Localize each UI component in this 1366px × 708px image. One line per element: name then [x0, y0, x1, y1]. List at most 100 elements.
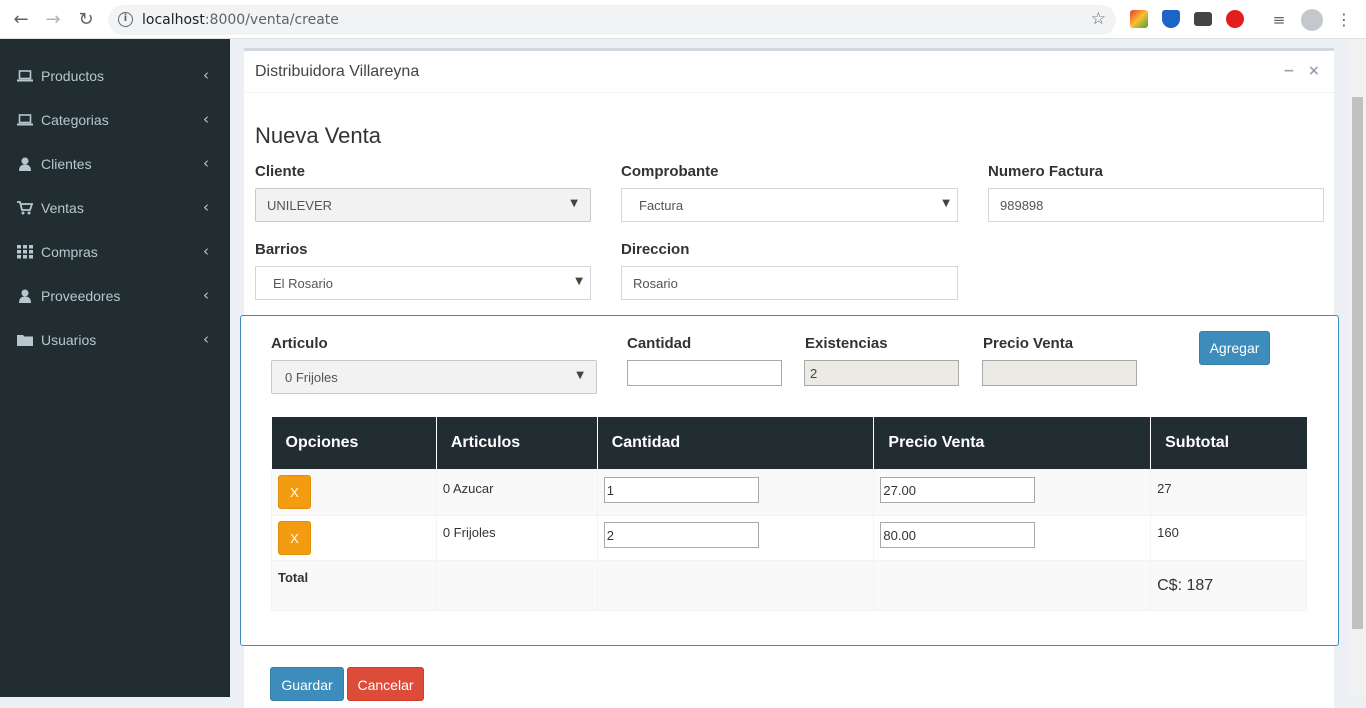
- info-icon[interactable]: i: [118, 12, 133, 27]
- barrios-label: Barrios: [255, 241, 308, 258]
- menu-kebab-icon[interactable]: ⋮: [1332, 8, 1356, 32]
- direccion-value: Rosario: [633, 276, 678, 291]
- close-icon[interactable]: ×: [1308, 63, 1320, 79]
- chevron-left-icon: ‹: [203, 154, 209, 172]
- total-label: Total: [271, 559, 437, 611]
- cliente-label: Cliente: [255, 163, 306, 180]
- sidebar-item-label: Proveedores: [41, 288, 121, 304]
- page-scrollbar[interactable]: [1349, 39, 1366, 697]
- address-bar[interactable]: i localhost:8000/venta/create ☆: [108, 5, 1116, 35]
- articulo-label: Articulo: [271, 335, 328, 352]
- barrios-selected-value: El Rosario: [273, 276, 333, 291]
- row-precio-input[interactable]: 27.00: [880, 476, 1036, 503]
- subtotal-cell: 160: [1150, 514, 1307, 561]
- row-cantidad-input[interactable]: 2: [603, 521, 759, 548]
- box-header: Distribuidora Villareyna − ×: [244, 51, 1334, 93]
- barrios-select[interactable]: El Rosario ▼: [255, 266, 591, 300]
- chevron-left-icon: ‹: [203, 110, 209, 128]
- table-header-row: Opciones Articulos Cantidad Precio Venta…: [271, 417, 1307, 469]
- column-header: Subtotal: [1150, 417, 1307, 469]
- laptop-icon: [17, 70, 33, 82]
- sidebar-item-categorias[interactable]: Categorias ‹: [0, 98, 230, 142]
- minimize-icon[interactable]: −: [1283, 63, 1295, 79]
- caret-down-icon: ▼: [576, 370, 584, 381]
- cliente-selected-value: UNILEVER: [267, 198, 333, 213]
- table-row: X 0 Frijoles 2 80.00 160: [271, 514, 1307, 561]
- chevron-left-icon: ‹: [203, 198, 209, 216]
- laptop-icon: [17, 114, 33, 126]
- caret-down-icon: ▼: [570, 198, 578, 209]
- scrollbar-thumb[interactable]: [1352, 97, 1363, 629]
- playlist-icon[interactable]: ≡: [1267, 8, 1291, 32]
- cantidad-input[interactable]: [627, 360, 782, 386]
- agregar-button[interactable]: Agregar: [1199, 331, 1270, 365]
- options-cell: X: [271, 514, 437, 561]
- back-arrow-icon[interactable]: ←: [9, 8, 33, 32]
- cancelar-button[interactable]: Cancelar: [347, 667, 424, 701]
- direccion-label: Direccion: [621, 241, 690, 258]
- chevron-left-icon: ‹: [203, 286, 209, 304]
- user-icon: [19, 157, 31, 171]
- chevron-left-icon: ‹: [203, 242, 209, 260]
- url-host: localhost: [142, 12, 205, 28]
- sidebar: Productos ‹ Categorias ‹ Clientes ‹ Vent…: [0, 39, 230, 697]
- bookmark-star-icon[interactable]: ☆: [1091, 9, 1106, 29]
- sidebar-item-label: Compras: [41, 244, 98, 260]
- sidebar-item-compras[interactable]: Compras ‹: [0, 230, 230, 274]
- sidebar-item-clientes[interactable]: Clientes ‹: [0, 142, 230, 186]
- numero-factura-label: Numero Factura: [988, 163, 1104, 180]
- extension-icon[interactable]: [1130, 10, 1148, 28]
- column-header: Precio Venta: [873, 417, 1152, 469]
- opera-icon[interactable]: [1226, 10, 1244, 28]
- sidebar-item-label: Ventas: [41, 200, 84, 216]
- articulo-select[interactable]: 0 Frijoles ▼: [271, 360, 597, 394]
- articulo-selected-value: 0 Frijoles: [285, 370, 338, 385]
- url-text: localhost:8000/venta/create: [142, 12, 339, 28]
- precio-venta-label: Precio Venta: [983, 335, 1074, 352]
- numero-factura-input[interactable]: 989898: [988, 188, 1324, 222]
- articulo-cell: 0 Frijoles: [435, 514, 598, 561]
- direccion-input[interactable]: Rosario: [621, 266, 958, 300]
- chevron-left-icon: ‹: [203, 66, 209, 84]
- remove-row-button[interactable]: X: [278, 474, 311, 509]
- avatar[interactable]: [1301, 9, 1323, 31]
- column-header: Articulos: [436, 417, 598, 469]
- shield-extension-icon[interactable]: [1162, 10, 1180, 28]
- browser-toolbar: ← → ↻ i localhost:8000/venta/create ☆ ≡ …: [0, 0, 1366, 39]
- grid-icon: [17, 245, 33, 259]
- sidebar-item-label: Clientes: [41, 156, 92, 172]
- sidebar-item-ventas[interactable]: Ventas ‹: [0, 186, 230, 230]
- existencias-input: 2: [804, 360, 959, 386]
- sidebar-item-usuarios[interactable]: Usuarios ‹: [0, 318, 230, 362]
- subtotal-cell: 27: [1150, 468, 1307, 516]
- box-title: Distribuidora Villareyna: [255, 63, 420, 80]
- existencias-label: Existencias: [805, 335, 888, 352]
- sidebar-item-productos[interactable]: Productos ‹: [0, 54, 230, 98]
- extension-icon-2[interactable]: [1194, 12, 1212, 26]
- detalle-table: Opciones Articulos Cantidad Precio Venta…: [271, 417, 1307, 611]
- row-cantidad-input[interactable]: 1: [603, 476, 759, 503]
- numero-factura-value: 989898: [1000, 198, 1044, 213]
- cantidad-label: Cantidad: [627, 335, 692, 352]
- comprobante-select[interactable]: Factura ▼: [621, 188, 958, 222]
- caret-down-icon: ▼: [575, 276, 583, 287]
- forward-arrow-icon[interactable]: →: [41, 8, 65, 32]
- comprobante-label: Comprobante: [621, 163, 719, 180]
- sidebar-item-proveedores[interactable]: Proveedores ‹: [0, 274, 230, 318]
- row-precio-input[interactable]: 80.00: [880, 521, 1036, 548]
- caret-down-icon: ▼: [942, 198, 950, 209]
- total-value: C$: 187: [1150, 559, 1307, 611]
- table-row: X 0 Azucar 1 27.00 27: [271, 468, 1307, 516]
- remove-row-button[interactable]: X: [278, 520, 311, 555]
- existencias-value: 2: [810, 366, 818, 381]
- folder-icon: [17, 335, 33, 346]
- precio-venta-input: [982, 360, 1137, 386]
- user-icon: [19, 289, 31, 303]
- cart-icon: [17, 201, 33, 215]
- url-path: :8000/venta/create: [204, 12, 339, 28]
- cliente-select[interactable]: UNILEVER ▼: [255, 188, 591, 222]
- guardar-button[interactable]: Guardar: [270, 667, 344, 701]
- reload-icon[interactable]: ↻: [74, 8, 98, 32]
- page-title: Nueva Venta: [255, 123, 381, 148]
- column-header: Opciones: [271, 417, 437, 469]
